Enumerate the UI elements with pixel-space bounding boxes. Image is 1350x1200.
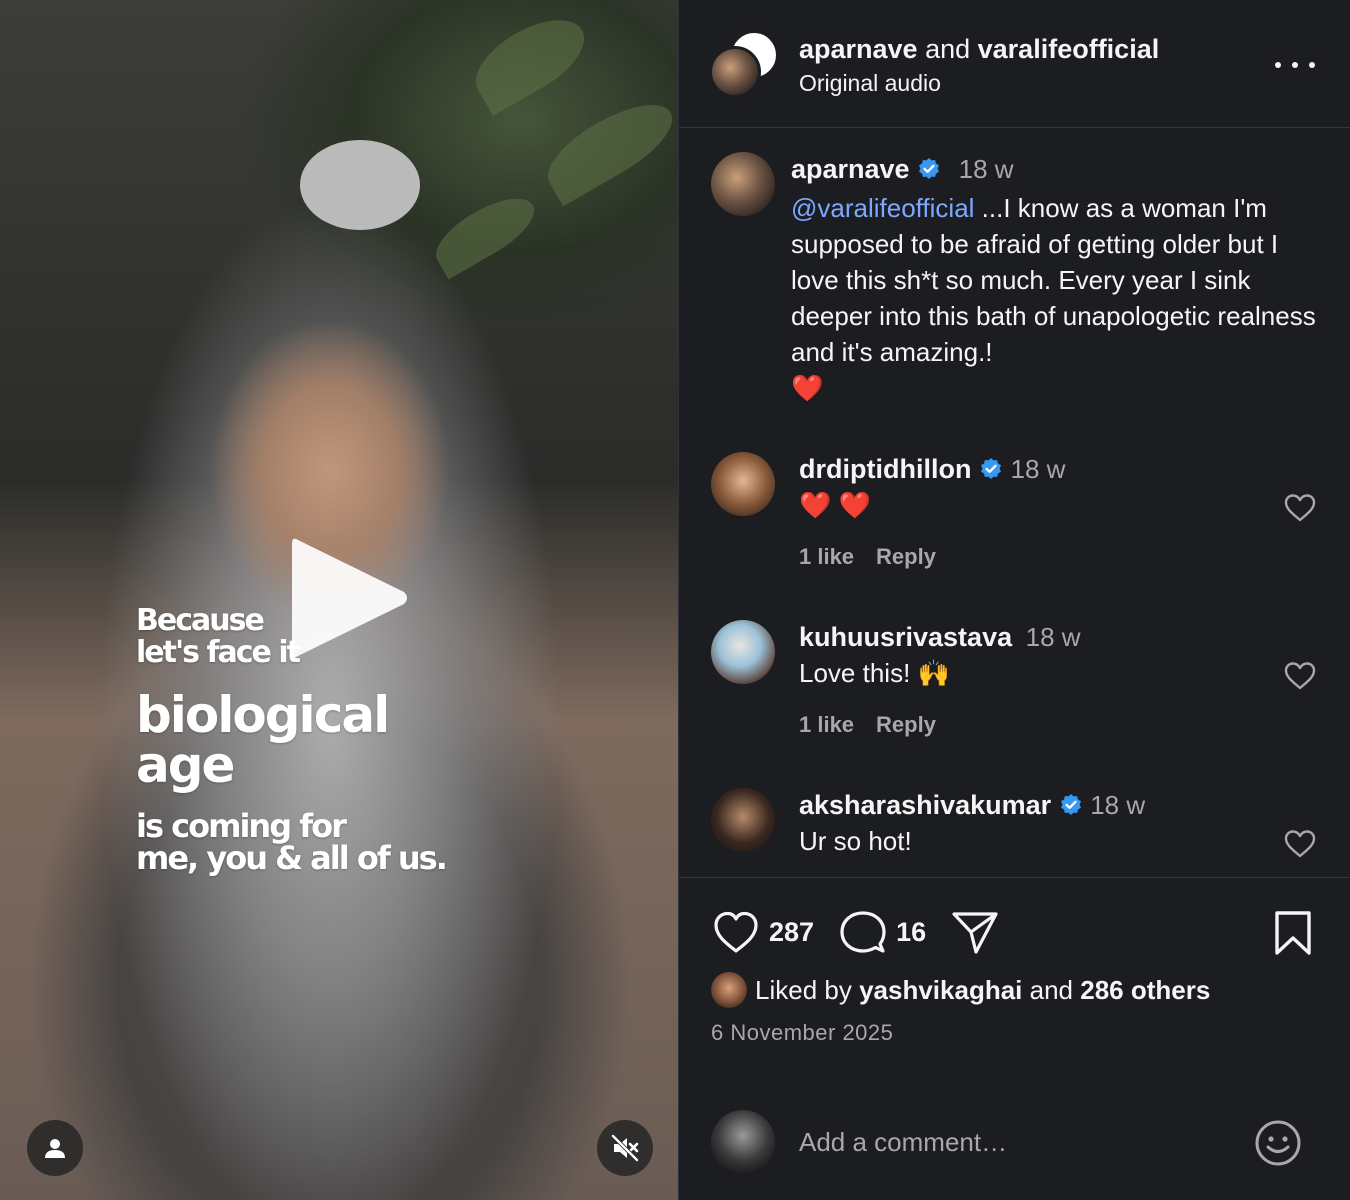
author-avatar[interactable] (709, 46, 761, 98)
plant-leaf (426, 185, 544, 280)
hair-bun (300, 140, 420, 230)
audio-link[interactable]: Original audio (799, 70, 941, 97)
video-overlay-line: let's face it (136, 635, 301, 670)
comment-avatar[interactable] (711, 452, 775, 516)
comment-meta: 1 like Reply (799, 544, 936, 570)
caption-text: @varalifeofficial ...I know as a woman I… (791, 190, 1331, 406)
comment-header: drdiptidhillon 18 w (799, 454, 1065, 485)
video-overlay-line: biological (136, 686, 390, 744)
comment-meta: 1 like Reply (799, 712, 936, 738)
heart-icon (714, 911, 758, 953)
more-icon (1275, 62, 1281, 68)
liked-by: Liked by yashvikaghai and 286 others (711, 970, 1210, 1010)
emoji-button[interactable] (1253, 1118, 1303, 1168)
caption-time[interactable]: 18 w (959, 154, 1014, 184)
post-details-panel: aparnave and varalifeofficial Original a… (678, 0, 1350, 1200)
more-icon (1292, 62, 1298, 68)
share-button[interactable] (950, 908, 1000, 956)
comment-avatar[interactable] (711, 620, 775, 684)
caption-avatar[interactable] (711, 152, 775, 216)
current-user-avatar (711, 1110, 775, 1174)
comment-composer (679, 1090, 1350, 1200)
heart-icon (1284, 494, 1316, 522)
video-overlay-line: Because (136, 603, 265, 638)
comment-avatar[interactable] (711, 788, 775, 852)
user-icon (45, 1139, 65, 1158)
comment-like-button[interactable] (1283, 493, 1317, 523)
comment-username[interactable]: kuhuusrivastava (799, 622, 1012, 652)
caption-emoji: ❤️ (791, 373, 824, 403)
emoji-icon (1255, 1120, 1301, 1166)
comment-count[interactable]: 16 (896, 917, 926, 948)
authors-joiner: and (917, 34, 978, 64)
plant-leaf (535, 88, 678, 207)
collab-username[interactable]: varalifeofficial (978, 34, 1160, 64)
verified-icon (919, 158, 940, 179)
others-likes-link[interactable]: 286 others (1080, 975, 1210, 1006)
comment-text: ❤️ ❤️ (799, 490, 871, 520)
play-icon (292, 538, 407, 658)
liker-username[interactable]: yashvikaghai (859, 975, 1022, 1006)
reel-video[interactable]: Because let's face it biological age is … (0, 0, 678, 1200)
comment-button[interactable] (838, 908, 888, 956)
comment-like-button[interactable] (1283, 829, 1317, 859)
more-options-button[interactable] (1275, 50, 1315, 80)
caption-mention[interactable]: @varalifeofficial (791, 193, 974, 223)
heart-icon (1284, 830, 1316, 858)
author-username[interactable]: aparnave (799, 34, 918, 64)
comment-username[interactable]: drdiptidhillon (799, 454, 971, 484)
comment-icon (840, 911, 886, 953)
post-dialog: Because let's face it biological age is … (0, 0, 1350, 1200)
comment-likes-link[interactable]: 1 like (799, 544, 854, 569)
post-actions: 287 16 (711, 906, 1000, 958)
more-icon (1309, 62, 1315, 68)
mute-button[interactable] (597, 1120, 653, 1176)
comment-username[interactable]: aksharashivakumar (799, 790, 1051, 820)
comment-input[interactable] (799, 1122, 1229, 1162)
reply-button[interactable]: Reply (876, 544, 936, 569)
post-date[interactable]: 6 November 2025 (711, 1020, 893, 1046)
heart-icon (1284, 662, 1316, 690)
like-button[interactable] (711, 908, 761, 956)
comment-header: kuhuusrivastava 18 w (799, 622, 1081, 653)
comment-text: Ur so hot! (799, 826, 912, 856)
save-button[interactable] (1273, 910, 1313, 956)
liked-by-prefix: Liked by (755, 974, 852, 1005)
video-overlay-line: me, you & all of us. (136, 839, 448, 877)
verified-icon (1060, 794, 1081, 815)
comment-header: aksharashivakumar 18 w (799, 790, 1145, 821)
like-count[interactable]: 287 (769, 917, 814, 948)
comment-time[interactable]: 18 w (1090, 790, 1145, 820)
verified-icon (980, 458, 1001, 479)
mute-icon (611, 1134, 639, 1162)
comment-time[interactable]: 18 w (1011, 454, 1066, 484)
post-header: aparnave and varalifeofficial Original a… (679, 0, 1350, 128)
comment-likes-link[interactable]: 1 like (799, 712, 854, 737)
share-icon (952, 912, 998, 954)
post-authors: aparnave and varalifeofficial (799, 34, 1159, 65)
video-overlay-line: is coming for (136, 807, 347, 845)
play-button[interactable] (284, 530, 414, 666)
plant-leaf (463, 4, 597, 116)
liked-by-joiner: and (1029, 974, 1074, 1005)
comment-like-button[interactable] (1283, 661, 1317, 691)
caption-username[interactable]: aparnave (791, 154, 910, 184)
section-divider (679, 877, 1350, 878)
liker-avatar[interactable] (711, 972, 747, 1008)
video-overlay-line: age (136, 736, 235, 794)
caption-header: aparnave 18 w (791, 154, 1014, 185)
tagged-users-button[interactable] (27, 1120, 83, 1176)
comment-time[interactable]: 18 w (1026, 622, 1081, 652)
comment-text: Love this! 🙌 (799, 658, 950, 688)
bookmark-icon (1275, 911, 1311, 955)
reply-button[interactable]: Reply (876, 712, 936, 737)
